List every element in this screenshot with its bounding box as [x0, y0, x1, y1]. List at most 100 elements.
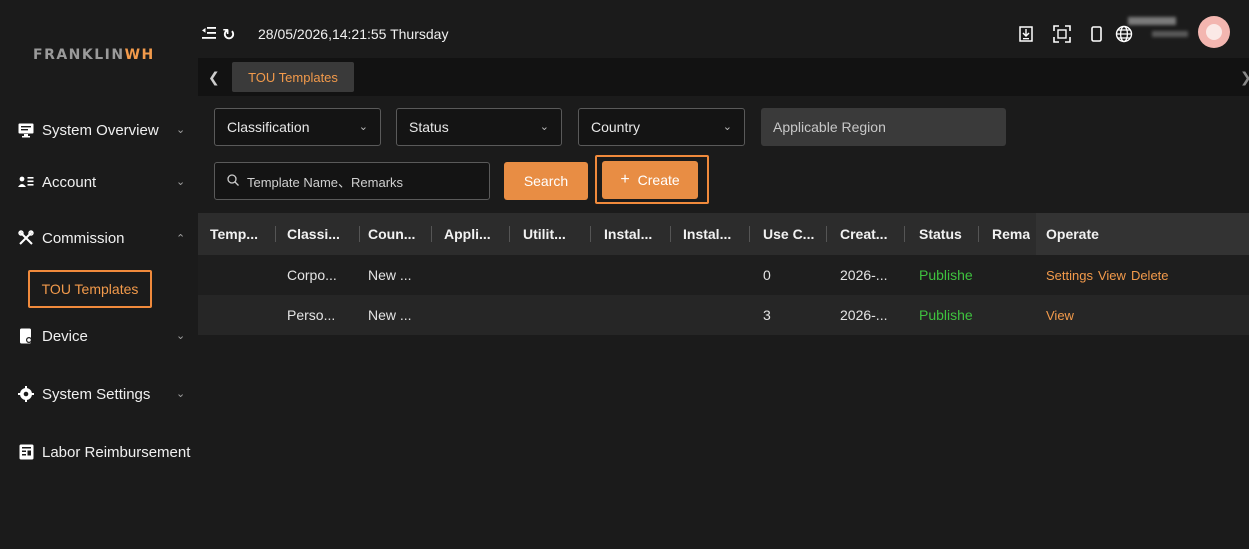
search-button[interactable]: Search — [504, 162, 588, 200]
create-label: Create — [637, 172, 680, 188]
cell-created: 2026-... — [840, 267, 888, 283]
column-divider — [431, 226, 432, 242]
chevron-down-icon: ⌄ — [176, 388, 186, 400]
column-divider — [509, 226, 510, 242]
sidebar-item-device[interactable]: Device ⌄ — [0, 316, 198, 356]
chevron-down-icon: ⌄ — [358, 121, 368, 133]
logo: FRANKLINWH — [33, 47, 155, 63]
classification-select[interactable]: Classification ⌄ — [214, 108, 381, 146]
plus-icon: + — [620, 171, 630, 188]
column-divider — [904, 226, 905, 242]
search-placeholder: Template Name、Remarks — [247, 174, 404, 190]
chevron-left-icon[interactable]: ❮ — [208, 69, 220, 86]
tab-bar: ❮ TOU Templates ❯ — [198, 58, 1249, 96]
chevron-down-icon: ⌄ — [722, 121, 732, 133]
column-divider — [978, 226, 979, 242]
chevron-down-icon: ⌄ — [539, 121, 549, 133]
column-header[interactable]: Use C... — [763, 213, 819, 255]
cell-country: New ... — [368, 307, 412, 323]
sidebar-subitem-tou-templates[interactable]: TOU Templates — [28, 270, 152, 308]
chevron-right-icon[interactable]: ❯ — [1240, 69, 1249, 86]
device-icon — [18, 328, 34, 344]
column-header[interactable]: Classi... — [287, 213, 357, 255]
delete-link[interactable]: Delete — [1131, 268, 1169, 283]
column-header[interactable]: Temp... — [210, 213, 272, 255]
sidebar: FRANKLINWH System Overview ⌄ Account ⌄ C… — [0, 0, 198, 549]
select-label: Status — [409, 119, 449, 135]
cell-template-name — [210, 295, 270, 335]
column-divider — [359, 226, 360, 242]
select-label: Country — [591, 119, 641, 135]
fullscreen-icon[interactable] — [1052, 24, 1072, 44]
gear-icon — [18, 386, 34, 402]
mobile-icon[interactable] — [1086, 24, 1106, 44]
monitor-icon — [18, 122, 34, 138]
collapse-menu-icon[interactable] — [202, 26, 216, 42]
search-icon — [227, 173, 239, 189]
user-info[interactable] — [1128, 17, 1192, 47]
cell-status: Publishe — [919, 307, 973, 323]
cell-utility — [523, 295, 583, 335]
cell-remarks — [992, 255, 1030, 295]
sidebar-item-label: Commission — [42, 229, 125, 247]
sidebar-item-label: Labor Reimbursement — [42, 443, 191, 461]
country-select[interactable]: Country ⌄ — [578, 108, 745, 146]
column-header[interactable]: Instal... — [604, 213, 666, 255]
view-link[interactable]: View — [1046, 308, 1074, 323]
sidebar-item-system-settings[interactable]: System Settings ⌄ — [0, 374, 198, 414]
cell-use-count: 3 — [763, 307, 771, 323]
cell-installer-2 — [683, 295, 743, 335]
chevron-down-icon: ⌄ — [176, 176, 186, 188]
status-select[interactable]: Status ⌄ — [396, 108, 562, 146]
export-document-icon[interactable] — [1016, 24, 1036, 44]
column-header[interactable]: Rema — [992, 213, 1030, 255]
cell-installer-2 — [683, 255, 743, 295]
applicable-region-field[interactable]: Applicable Region — [761, 108, 1006, 146]
cell-created: 2026-... — [840, 307, 888, 323]
cell-classification: Corpo... — [287, 267, 337, 283]
column-header: Operate — [1036, 213, 1249, 255]
avatar[interactable] — [1198, 16, 1230, 48]
settings-link[interactable]: Settings — [1046, 268, 1093, 283]
tab-tou-templates[interactable]: TOU Templates — [232, 62, 354, 92]
cell-status: Publishe — [919, 267, 973, 283]
sidebar-item-commission[interactable]: Commission ⌃ — [0, 218, 198, 258]
cell-utility — [523, 255, 583, 295]
column-header[interactable]: Coun... — [368, 213, 430, 255]
datetime-display: 28/05/2026,14:21:55 Thursday — [258, 26, 449, 42]
chevron-down-icon: ⌄ — [176, 124, 186, 136]
user-role — [1152, 31, 1188, 37]
sidebar-item-account[interactable]: Account ⌄ — [0, 162, 198, 202]
cell-operate: View — [1046, 295, 1246, 335]
table-header: Temp... Classi... Coun... Appli... Utili… — [198, 213, 1249, 255]
column-divider — [670, 226, 671, 242]
cell-template-name — [210, 255, 270, 295]
sidebar-item-system-overview[interactable]: System Overview ⌄ — [0, 110, 198, 150]
sidebar-item-label: Account — [42, 173, 97, 191]
column-header[interactable]: Utilit... — [523, 213, 583, 255]
logo-accent: WH — [124, 47, 155, 63]
column-header[interactable]: Appli... — [444, 213, 506, 255]
cell-use-count: 0 — [763, 267, 771, 283]
table-row: Perso... New ... 3 2026-... Publishe Vie… — [198, 295, 1249, 335]
view-link[interactable]: View — [1098, 268, 1126, 283]
column-divider — [826, 226, 827, 242]
avatar-face — [1206, 24, 1222, 40]
cell-installer — [604, 255, 666, 295]
sidebar-item-label: Device — [42, 327, 88, 345]
column-header[interactable]: Instal... — [683, 213, 743, 255]
column-divider — [590, 226, 591, 242]
sidebar-item-label: System Settings — [42, 385, 151, 403]
refresh-icon[interactable]: ↻ — [222, 25, 235, 45]
column-header[interactable]: Status — [919, 213, 975, 255]
sidebar-item-labor-reimbursement[interactable]: Labor Reimbursement — [0, 432, 198, 472]
cell-installer — [604, 295, 666, 335]
main-content: Classification ⌄ Status ⌄ Country ⌄ Appl… — [198, 96, 1249, 549]
chevron-down-icon: ⌄ — [176, 330, 186, 342]
column-header[interactable]: Creat... — [840, 213, 894, 255]
search-input[interactable]: Template Name、Remarks — [214, 162, 490, 200]
cell-remarks — [992, 295, 1030, 335]
create-button[interactable]: + Create — [602, 161, 698, 199]
column-divider — [749, 226, 750, 242]
account-icon — [18, 174, 34, 190]
